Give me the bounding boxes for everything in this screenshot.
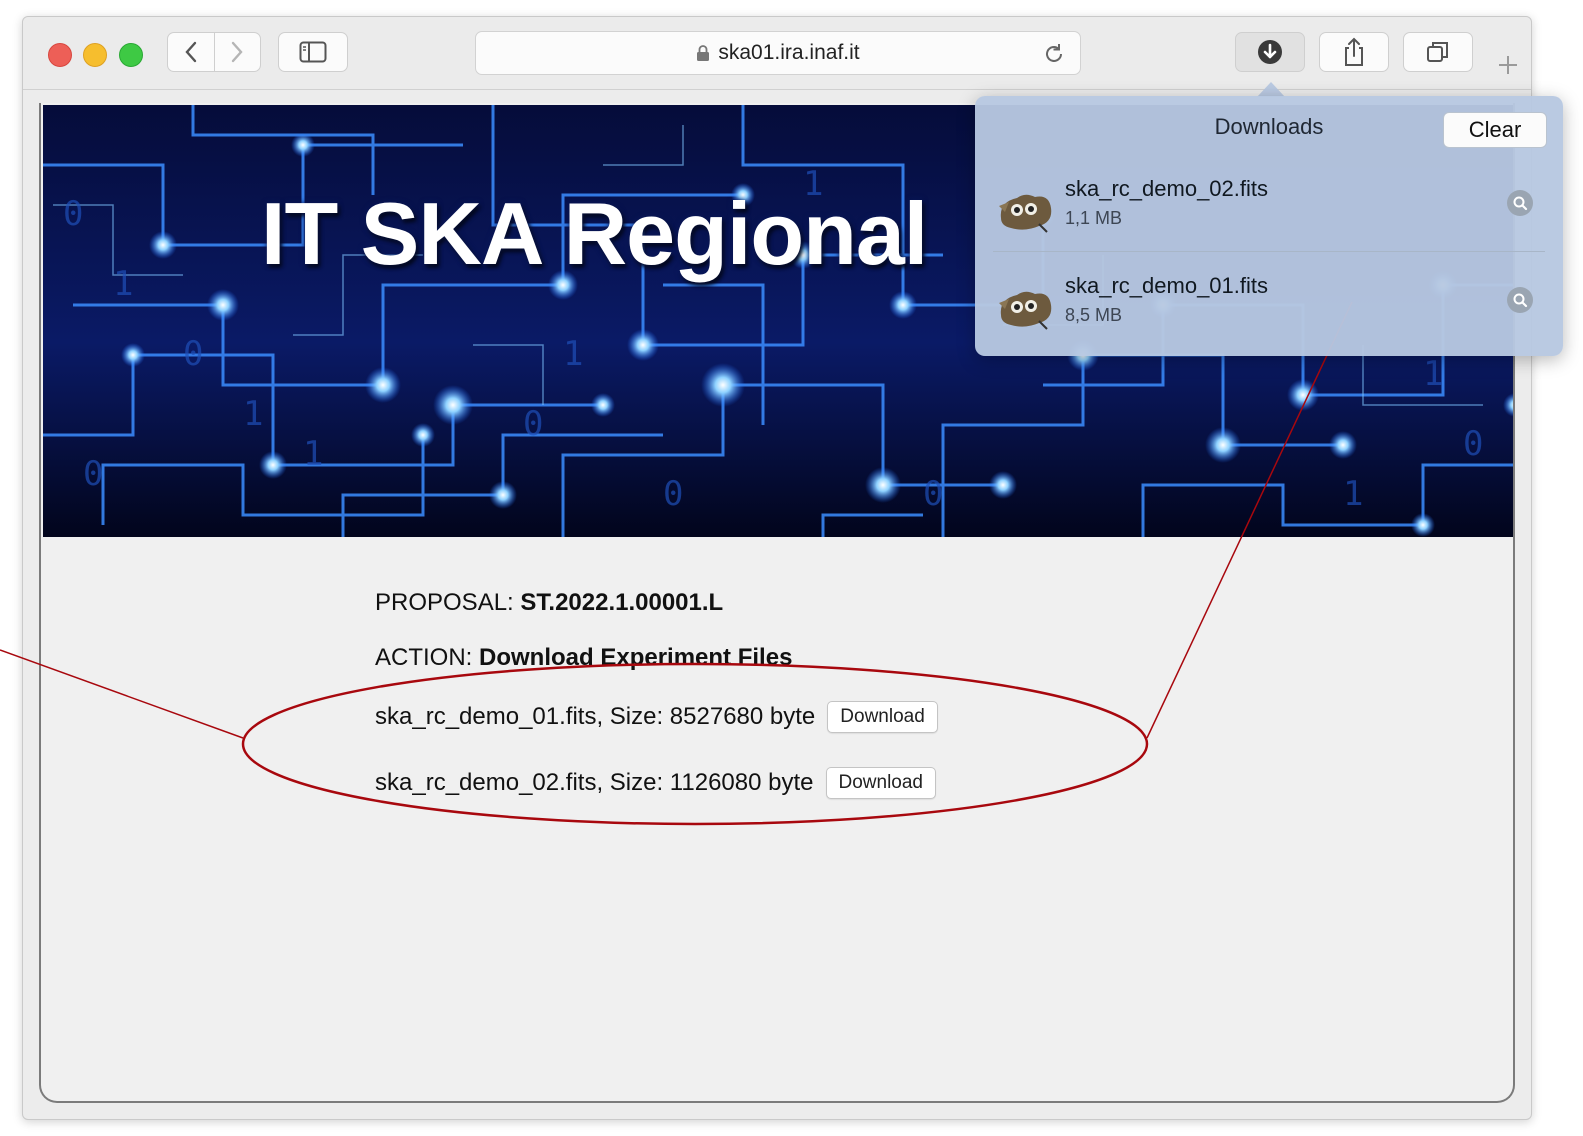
new-tab-button[interactable] — [1485, 41, 1531, 89]
downloads-popover: Downloads Clear ska_rc_demo_02.fits 1,1 … — [975, 96, 1563, 356]
svg-text:1: 1 — [563, 334, 583, 374]
svg-text:1: 1 — [303, 434, 323, 474]
svg-text:1: 1 — [113, 264, 133, 304]
show-in-finder-button[interactable] — [1507, 287, 1533, 313]
show-in-finder-button[interactable] — [1507, 190, 1533, 216]
chevron-left-icon — [185, 41, 196, 63]
download-button[interactable]: Download — [827, 701, 938, 733]
reload-icon[interactable] — [1042, 42, 1066, 66]
sidebar-icon — [299, 41, 327, 63]
nav-buttons — [167, 32, 261, 72]
address-bar[interactable]: ska01.ira.inaf.it — [475, 31, 1081, 75]
share-button[interactable] — [1319, 32, 1389, 72]
action-label: ACTION: — [375, 644, 473, 671]
svg-text:0: 0 — [923, 474, 943, 514]
svg-text:0: 0 — [663, 474, 683, 514]
file-row: ska_rc_demo_01.fits, Size: 8527680 byte … — [375, 701, 938, 733]
download-item[interactable]: ska_rc_demo_02.fits 1,1 MB — [975, 176, 1563, 272]
svg-text:1: 1 — [1343, 474, 1363, 514]
back-button[interactable] — [168, 33, 214, 71]
svg-text:0: 0 — [63, 194, 83, 234]
download-button[interactable]: Download — [825, 767, 936, 799]
sidebar-button[interactable] — [278, 32, 348, 72]
separator — [993, 251, 1545, 252]
tabs-overview-button[interactable] — [1403, 32, 1473, 72]
file-info: ska_rc_demo_01.fits, Size: 8527680 byte — [375, 703, 816, 730]
download-item[interactable]: ska_rc_demo_01.fits 8,5 MB — [975, 273, 1563, 369]
popover-arrow — [1257, 82, 1285, 97]
magnifier-icon — [1513, 293, 1528, 308]
clear-button[interactable]: Clear — [1443, 112, 1547, 148]
svg-text:0: 0 — [183, 334, 203, 374]
download-size: 8,5 MB — [1065, 305, 1123, 325]
proposal-line: PROPOSAL: ST.2022.1.00001.L — [375, 589, 723, 617]
file-info: ska_rc_demo_02.fits, Size: 1126080 byte — [375, 769, 814, 796]
proposal-value: ST.2022.1.00001.L — [520, 589, 724, 616]
action-value: Download Experiment Files — [479, 644, 793, 671]
action-line: ACTION: Download Experiment Files — [375, 644, 792, 672]
download-arrow-icon — [1258, 40, 1282, 64]
toolbar: ska01.ira.inaf.it — [23, 17, 1531, 90]
file-row: ska_rc_demo_02.fits, Size: 1126080 byte … — [375, 767, 936, 799]
download-filename: ska_rc_demo_01.fits — [1065, 273, 1268, 298]
zoom-window-button[interactable] — [119, 43, 143, 67]
forward-button[interactable] — [213, 33, 261, 71]
proposal-label: PROPOSAL: — [375, 589, 514, 616]
url-text: ska01.ira.inaf.it — [718, 41, 860, 64]
svg-text:0: 0 — [83, 454, 103, 494]
download-size: 1,1 MB — [1065, 208, 1123, 228]
gimp-file-icon — [999, 291, 1052, 330]
share-icon — [1345, 37, 1363, 66]
chevron-right-icon — [232, 41, 243, 63]
download-filename: ska_rc_demo_02.fits — [1065, 176, 1268, 201]
plus-icon — [1499, 56, 1517, 74]
magnifier-icon — [1513, 196, 1528, 211]
banner-title: IT SKA Regional — [261, 184, 928, 283]
minimize-window-button[interactable] — [83, 43, 107, 67]
downloads-button[interactable] — [1235, 32, 1305, 72]
svg-text:1: 1 — [243, 394, 263, 434]
tabs-icon — [1427, 42, 1448, 62]
svg-text:0: 0 — [1463, 424, 1483, 464]
gimp-file-icon — [999, 194, 1052, 233]
lock-icon — [697, 45, 710, 61]
close-window-button[interactable] — [48, 43, 72, 67]
svg-text:0: 0 — [523, 404, 543, 444]
